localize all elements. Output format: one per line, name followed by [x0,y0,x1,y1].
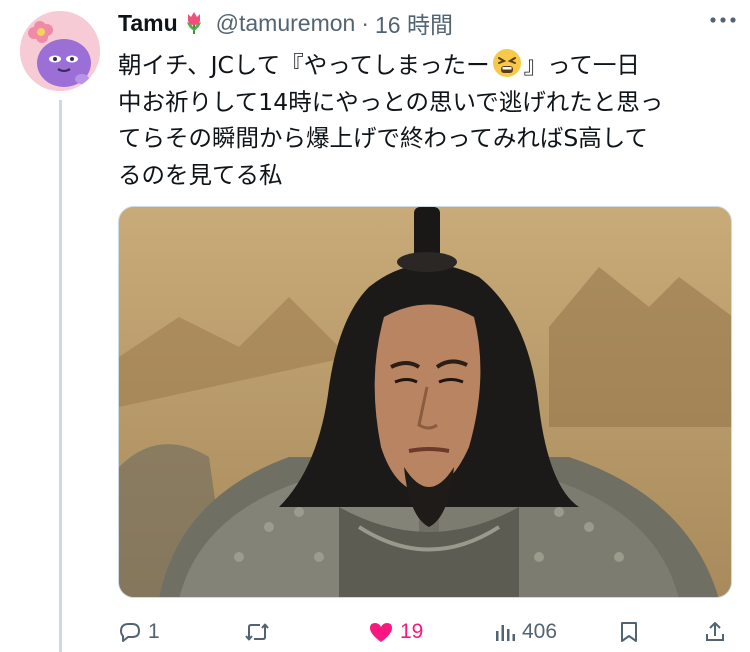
meme-photo [119,207,731,597]
reply-button[interactable]: 1 [118,612,160,652]
views-count: 406 [522,620,558,643]
tweet-header: Tamu @tamuremon · 16 時間 [118,6,453,40]
retweet-button[interactable] [244,612,276,652]
more-options-button[interactable] [706,6,740,34]
like-count: 19 [400,620,424,643]
tweet-image[interactable] [118,206,732,598]
tulip-icon [186,12,201,34]
tweet-actions: 1 19 406 [118,612,743,652]
tweet-text-part1: 朝イチ、JCして『やってしまったー [118,51,490,79]
heart-filled-icon [370,623,392,642]
share-button[interactable] [703,612,727,652]
reply-icon [120,623,140,642]
more-icon [710,17,736,23]
separator-dot: · [361,9,369,36]
avatar[interactable] [20,11,100,91]
timestamp[interactable]: 16 時間 [375,6,453,40]
bookmark-button[interactable] [618,612,640,652]
user-handle[interactable]: @tamuremon [216,10,356,37]
retweet-icon [245,623,269,641]
share-icon [706,622,724,641]
views-chart-icon [496,625,515,641]
display-name[interactable]: Tamu [118,10,178,37]
thread-line [59,100,62,652]
tweet-text: 朝イチ、JCして『やってしまったー 』って一日 中お祈りして14時にやっとの思い… [118,47,718,193]
views-button[interactable]: 406 [494,612,557,652]
like-button[interactable]: 19 [368,612,423,652]
avatar-illustration [20,11,100,91]
tired-face-emoji-icon [492,49,521,77]
bookmark-icon [621,622,637,642]
reply-count: 1 [148,620,160,643]
